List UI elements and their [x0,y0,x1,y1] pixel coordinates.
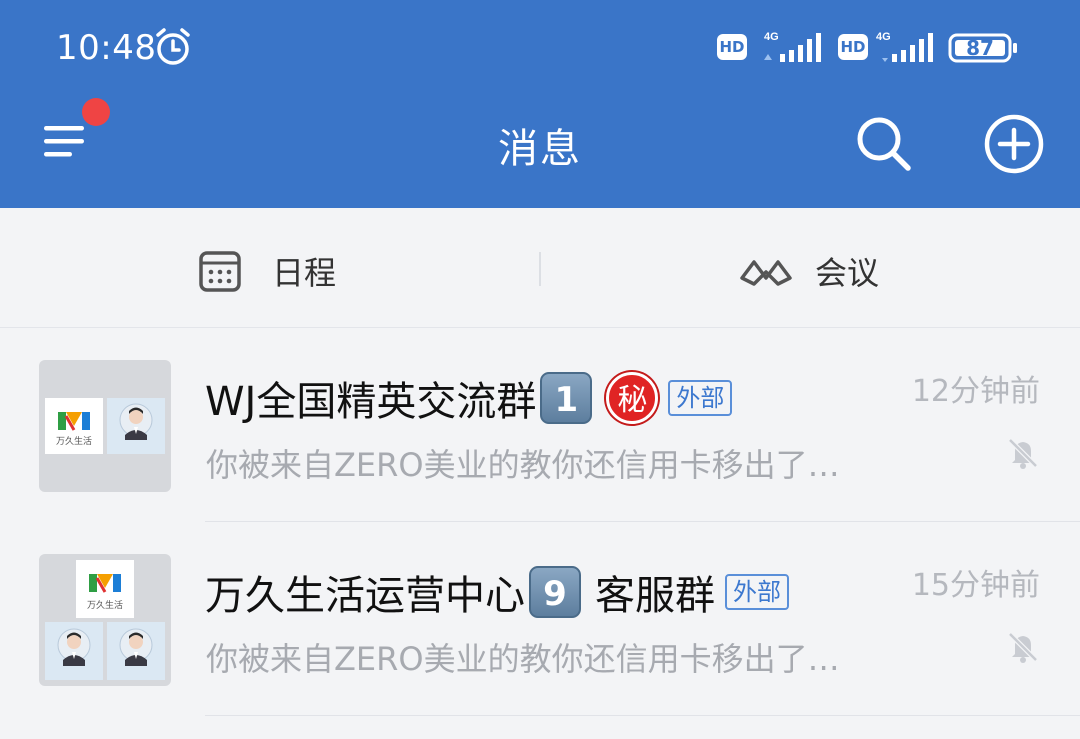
schedule-button[interactable]: 日程 [0,208,540,328]
member-avatar [107,398,165,454]
conversation-preview: 你被来自ZERO美业的教你还信用卡移出了… [206,446,840,484]
notification-dot [82,98,110,126]
logo-tile: 万久生活 [76,560,134,618]
conversation-item[interactable]: 万久生活 WJ全国精英交流群 1 秘 外部 12分钟前 你被来自ZERO美业的教… [0,328,1080,522]
conversation-title: 万久生活运营中心 [205,573,525,619]
member-avatar [45,622,103,680]
muted-bell-icon [1008,438,1038,469]
alarm-icon [156,28,190,65]
number-badge: 9 [529,566,581,618]
external-tag: 外部 [668,380,733,416]
svg-text:4G: 4G [876,31,891,43]
group-avatar: 万久生活 [39,360,171,492]
person-icon [45,622,103,680]
conversation-title: WJ全国精英交流群 [205,379,537,425]
logo-text: 万久生活 [55,437,92,447]
meeting-label: 会议 [815,254,880,292]
conversation-time: 12分钟前 [911,374,1040,409]
logo-text: 万久生活 [86,601,123,611]
plus-circle-icon[interactable] [982,112,1046,176]
battery-level: 87 [966,36,994,60]
quick-actions-bar: 日程 会议 [0,208,1080,328]
conversation-title-suffix: 客服群 [595,573,715,619]
person-icon [107,398,165,454]
top-header: 10:48 HD 4G HD 4G 87 消息 [0,0,1080,208]
signal-icon-sim1: 4G [764,31,821,62]
conversation-item[interactable]: 万久生活 万久生活运营中心 9 客服群 外部 15分钟前 你被来自ZERO美业的… [0,522,1080,716]
number-badge: 1 [540,372,593,424]
schedule-label: 日程 [272,254,337,292]
hd-badge-sim1: HD [717,34,747,60]
person-icon [107,622,165,680]
conversation-title-row: WJ全国精英交流群 1 秘 外部 [205,368,733,428]
status-time: 10:48 [56,28,157,68]
hd-badge-sim2: HD [838,34,868,60]
secret-badge: 秘 [606,372,659,424]
signal-icon-sim2: 4G [876,31,933,62]
meeting-icon [740,260,792,286]
muted-bell-icon [1008,632,1038,663]
menu-icon[interactable] [40,118,92,164]
wanjiu-logo-icon [89,574,121,593]
page-title: 消息 [498,126,582,172]
group-avatar: 万久生活 [39,554,171,686]
search-icon[interactable] [852,112,916,176]
svg-text:4G: 4G [764,31,779,43]
member-avatar [107,622,165,680]
conversation-preview: 你被来自ZERO美业的教你还信用卡移出了… [206,640,840,678]
calendar-icon [199,251,241,292]
wanjiu-logo-icon [58,412,90,431]
list-divider [205,715,1080,716]
logo-tile: 万久生活 [45,398,103,454]
meeting-button[interactable]: 会议 [540,208,1080,328]
external-tag: 外部 [725,574,789,610]
conversation-time: 15分钟前 [911,568,1040,603]
conversation-title-row: 万久生活运营中心 9 客服群 外部 [205,562,789,622]
